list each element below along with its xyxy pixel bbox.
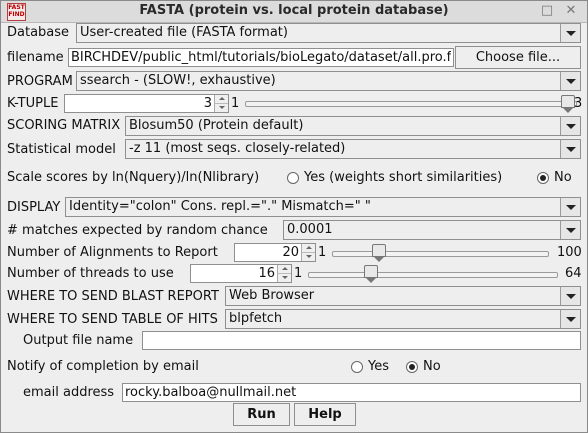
notify-no-label: No [423,359,441,374]
table-of-hits-label: WHERE TO SEND TABLE OF HITS [7,312,218,327]
num-alignments-value: 20 [282,245,299,260]
num-threads-slider-thumb[interactable] [364,265,379,283]
blast-report-label: WHERE TO SEND BLAST REPORT [7,289,219,304]
help-button[interactable]: Help [294,403,356,426]
notify-no-radio[interactable] [406,361,418,373]
spinner-down-icon[interactable] [301,253,315,261]
ktuple-value: 3 [203,96,212,111]
window-title: FASTA (protein vs. local protein databas… [139,3,449,18]
expected-matches-select[interactable]: 0.0001 [283,220,581,240]
scale-scores-no-label: No [554,170,572,185]
output-file-field[interactable] [142,331,581,350]
chevron-down-icon[interactable] [560,24,580,42]
table-of-hits-value: blpfetch [229,311,283,326]
ktuple-slider-thumb[interactable] [561,95,575,113]
program-select[interactable]: ssearch - (SLOW!, exhaustive) [76,71,581,91]
num-alignments-slider-thumb[interactable] [372,244,387,262]
spinner-down-icon[interactable] [277,274,291,282]
display-label: DISPLAY [7,200,61,215]
notify-yes-radio[interactable] [351,361,363,373]
num-threads-spinner[interactable]: 16 [190,264,292,283]
blast-report-select[interactable]: Web Browser [225,286,581,306]
ktuple-min-label: 1 [231,96,240,111]
display-select[interactable]: Identity="colon" Cons. repl.="." Mismatc… [65,197,581,217]
choose-file-button[interactable]: Choose file... [455,46,581,69]
maximize-icon[interactable]: □ [539,3,555,19]
scoring-matrix-label: SCORING MATRIX [7,118,121,133]
num-threads-slider-track[interactable] [308,272,558,278]
expected-matches-label: # matches expected by random chance [7,223,268,238]
chevron-down-icon[interactable] [560,221,580,239]
chevron-down-icon[interactable] [560,287,580,305]
chevron-down-icon[interactable] [560,310,580,328]
notify-yes-label: Yes [368,359,389,374]
email-label: email address [23,385,115,400]
spinner-up-icon[interactable] [214,95,228,104]
statistical-model-label: Statistical model [7,142,116,157]
blast-report-value: Web Browser [229,288,315,303]
chevron-down-icon[interactable] [560,117,580,135]
statistical-model-value: -z 11 (most seqs. closely-related) [129,141,346,156]
chevron-down-icon[interactable] [560,140,580,158]
database-label: Database [7,25,70,40]
num-alignments-max-label: 100 [557,245,582,260]
ktuple-spinner[interactable]: 3 [64,94,229,113]
table-of-hits-select[interactable]: blpfetch [225,309,581,329]
database-select[interactable]: User-created file (FASTA format) [76,23,581,43]
filename-field[interactable]: BIRCHDEV/public_html/tutorials/bioLegato… [68,48,454,67]
scale-scores-no-radio[interactable] [537,172,549,184]
email-value: rocky.balboa@nullmail.net [125,385,297,400]
spinner-down-icon[interactable] [214,104,228,112]
database-value: User-created file (FASTA format) [80,25,288,40]
spinner-up-icon[interactable] [301,244,315,253]
email-field[interactable]: rocky.balboa@nullmail.net [122,383,581,402]
output-file-label: Output file name [23,333,134,348]
run-button[interactable]: Run [233,403,290,426]
num-threads-label: Number of threads to use [7,266,174,281]
num-threads-value: 16 [258,266,275,281]
scoring-matrix-value: Blosum50 (Protein default) [129,118,304,133]
fasta-window: FAST FIND FASTA (protein vs. local prote… [0,0,588,433]
close-icon[interactable]: ✕ [563,3,579,19]
ktuple-max-label: 3 [574,96,583,111]
scale-scores-yes-radio[interactable] [287,172,299,184]
chevron-down-icon[interactable] [560,72,580,90]
expected-matches-value: 0.0001 [287,222,333,237]
scale-scores-yes-label: Yes (weights short similarities) [304,170,503,185]
num-alignments-spinner[interactable]: 20 [234,243,316,262]
notify-label: Notify of completion by email [7,359,199,374]
scoring-matrix-select[interactable]: Blosum50 (Protein default) [125,116,581,136]
spinner-up-icon[interactable] [277,265,291,274]
statistical-model-select[interactable]: -z 11 (most seqs. closely-related) [125,139,581,159]
num-threads-max-label: 64 [565,266,582,281]
scale-scores-label: Scale scores by ln(Nquery)/ln(Nlibrary) [7,170,260,185]
filename-label: filename [7,50,64,65]
ktuple-slider-track[interactable] [245,101,577,107]
filename-value: BIRCHDEV/public_html/tutorials/bioLegato… [71,50,451,65]
title-bar[interactable]: FAST FIND FASTA (protein vs. local prote… [1,1,587,23]
num-threads-min-label: 1 [294,266,303,281]
num-alignments-label: Number of Alignments to Report [7,245,218,260]
num-alignments-slider-track[interactable] [332,251,549,257]
program-label: PROGRAM [7,74,73,89]
num-alignments-min-label: 1 [318,245,327,260]
display-value: Identity="colon" Cons. repl.="." Mismatc… [69,199,371,214]
program-value: ssearch - (SLOW!, exhaustive) [80,73,276,88]
chevron-down-icon[interactable] [560,198,580,216]
ktuple-label: K-TUPLE [7,96,59,111]
